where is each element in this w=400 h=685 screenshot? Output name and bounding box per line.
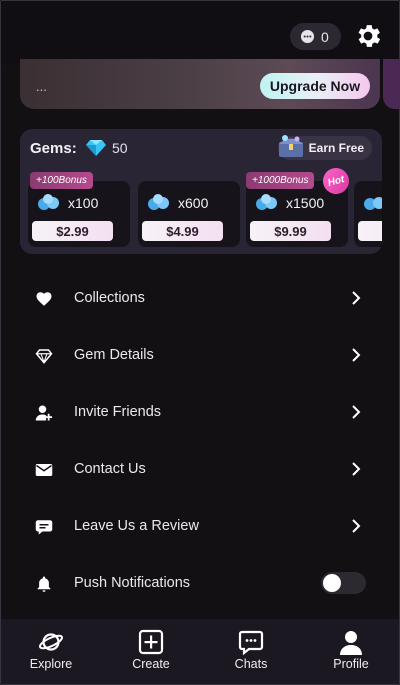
diamond-outline-icon — [35, 349, 53, 364]
treasure-chest-icon — [279, 135, 303, 157]
tab-create[interactable]: Create — [101, 619, 201, 684]
bonus-tag: +1000Bonus — [246, 172, 315, 189]
menu-item-gem-details[interactable]: Gem Details — [1, 327, 399, 384]
menu-item-label: Contact Us — [74, 461, 146, 477]
mail-icon — [35, 464, 53, 476]
gear-icon[interactable] — [353, 21, 383, 51]
gem-pack-quantity: x600 — [178, 195, 209, 211]
tab-label: Explore — [29, 657, 73, 671]
tab-label: Profile — [333, 657, 369, 671]
message-count: 0 — [321, 28, 329, 45]
push-notifications-toggle[interactable] — [321, 572, 366, 594]
menu-item-label: Gem Details — [74, 347, 154, 363]
gem-pile-icon — [256, 194, 277, 210]
plus-square-icon — [138, 629, 164, 655]
tab-label: Chats — [234, 657, 268, 671]
gem-pack-100[interactable]: x100 $2.99 — [28, 181, 130, 247]
chevron-right-icon — [352, 519, 361, 533]
heart-icon — [36, 292, 52, 306]
bonus-tag: +100Bonus — [30, 172, 93, 189]
gem-pack-600[interactable]: x600 $4.99 — [138, 181, 240, 247]
chevron-right-icon — [352, 405, 361, 419]
gem-pack-price-button[interactable]: $4.99 — [142, 221, 223, 241]
tab-explore[interactable]: Explore — [1, 619, 101, 684]
gem-pack-price-button[interactable]: $9.99 — [250, 221, 331, 241]
toggle-knob — [323, 574, 341, 592]
tab-label: Create — [132, 657, 170, 671]
gems-balance: 50 — [112, 140, 128, 156]
gem-pile-icon — [364, 197, 382, 210]
message-count-pill[interactable]: 0 — [290, 23, 341, 50]
earn-free-label: Earn Free — [308, 141, 364, 155]
gem-pack-price-button[interactable] — [358, 221, 382, 241]
next-banner-peek[interactable] — [383, 59, 399, 109]
menu-item-label: Push Notifications — [74, 575, 191, 591]
menu-item-label: Invite Friends — [74, 404, 162, 420]
chevron-right-icon — [352, 291, 361, 305]
gems-card: Gems: 50 Earn Free x100 $2.99 +100Bonus … — [20, 129, 382, 254]
gem-pack-price-button[interactable]: $2.99 — [32, 221, 113, 241]
upgrade-now-button[interactable]: Upgrade Now — [260, 73, 370, 99]
gems-title: Gems: — [30, 140, 77, 157]
bottom-tab-bar: Explore Create Chats Profile — [1, 619, 399, 684]
chat-bubble-icon — [300, 29, 315, 44]
tab-chats[interactable]: Chats — [201, 619, 301, 684]
review-icon — [35, 520, 53, 535]
menu-item-push-notifications: Push Notifications — [1, 555, 399, 612]
person-icon — [340, 631, 362, 655]
menu-item-contact-us[interactable]: Contact Us — [1, 441, 399, 498]
add-user-icon — [35, 405, 53, 421]
gem-pile-icon — [148, 194, 169, 210]
gem-pile-icon — [38, 194, 59, 210]
tab-profile[interactable]: Profile — [301, 619, 399, 684]
chevron-right-icon — [352, 462, 361, 476]
planet-icon — [38, 633, 64, 651]
gem-pack-quantity: x100 — [68, 195, 99, 211]
menu-item-label: Leave Us a Review — [74, 518, 199, 534]
menu-item-invite-friends[interactable]: Invite Friends — [1, 384, 399, 441]
menu-item-label: Collections — [74, 290, 145, 306]
top-bar: 0 — [1, 1, 399, 65]
menu-item-collections[interactable]: Collections — [1, 270, 399, 327]
upgrade-banner-text: ... — [36, 79, 47, 94]
bell-icon — [37, 576, 51, 592]
chat-bubble-icon — [238, 630, 264, 655]
diamond-icon — [86, 140, 106, 156]
menu-item-leave-review[interactable]: Leave Us a Review — [1, 498, 399, 555]
gem-pack-quantity: x1500 — [286, 195, 325, 211]
app-frame: 0 ... Upgrade Now Gems: 50 Earn Free x10… — [0, 0, 400, 685]
chevron-right-icon — [352, 348, 361, 362]
gem-pack-partial[interactable] — [354, 181, 382, 247]
upgrade-banner[interactable]: ... Upgrade Now — [20, 59, 380, 109]
